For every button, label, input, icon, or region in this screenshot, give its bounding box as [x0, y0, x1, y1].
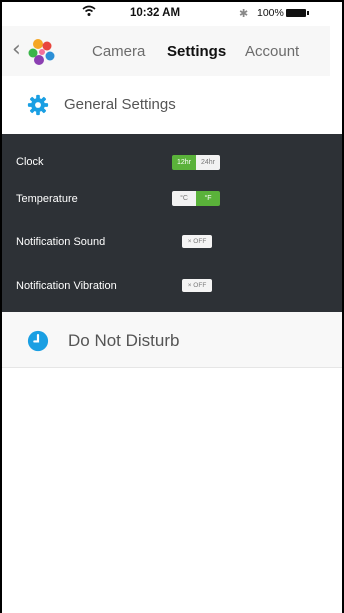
notification-vibration-toggle[interactable]: × OFF	[182, 279, 212, 292]
notification-vibration-label: Notification Vibration	[16, 280, 117, 292]
general-settings-header[interactable]: General Settings	[2, 76, 342, 134]
clock-24hr-option[interactable]: 24hr	[196, 155, 220, 170]
general-settings-panel: Clock 12hr 24hr Temperature °C °F Notifi…	[2, 134, 342, 312]
app-screen: 10:32 AM ✱ 100% ‹ Camera Settings Accoun…	[0, 0, 344, 613]
clock-12hr-option[interactable]: 12hr	[172, 155, 196, 170]
clock-icon	[27, 330, 49, 352]
temperature-label: Temperature	[16, 193, 78, 205]
wifi-icon	[82, 5, 96, 16]
notification-sound-label: Notification Sound	[16, 236, 106, 248]
do-not-disturb-title: Do Not Disturb	[68, 331, 180, 350]
do-not-disturb-row[interactable]: Do Not Disturb	[2, 312, 342, 368]
status-bar: 10:32 AM ✱ 100%	[2, 2, 342, 26]
back-chevron-icon[interactable]: ‹	[12, 37, 21, 62]
battery-icon	[286, 9, 309, 17]
clock-format-toggle[interactable]: 12hr 24hr	[172, 155, 220, 170]
gear-icon	[27, 94, 49, 116]
temp-celsius-option[interactable]: °C	[172, 191, 196, 206]
app-logo-icon[interactable]	[27, 37, 57, 67]
temp-fahrenheit-option[interactable]: °F	[196, 191, 220, 206]
temperature-unit-toggle[interactable]: °C °F	[172, 191, 220, 206]
clock-label: Clock	[16, 156, 44, 168]
battery-percentage: 100%	[257, 7, 284, 19]
tab-settings[interactable]: Settings	[167, 43, 226, 60]
tab-account[interactable]: Account	[245, 43, 299, 60]
top-nav: ‹ Camera Settings Account	[2, 26, 330, 76]
tab-camera[interactable]: Camera	[92, 43, 145, 60]
general-settings-title: General Settings	[64, 96, 176, 113]
notification-sound-toggle[interactable]: × OFF	[182, 235, 212, 248]
bluetooth-icon: ✱	[239, 8, 249, 20]
status-time: 10:32 AM	[130, 7, 181, 19]
